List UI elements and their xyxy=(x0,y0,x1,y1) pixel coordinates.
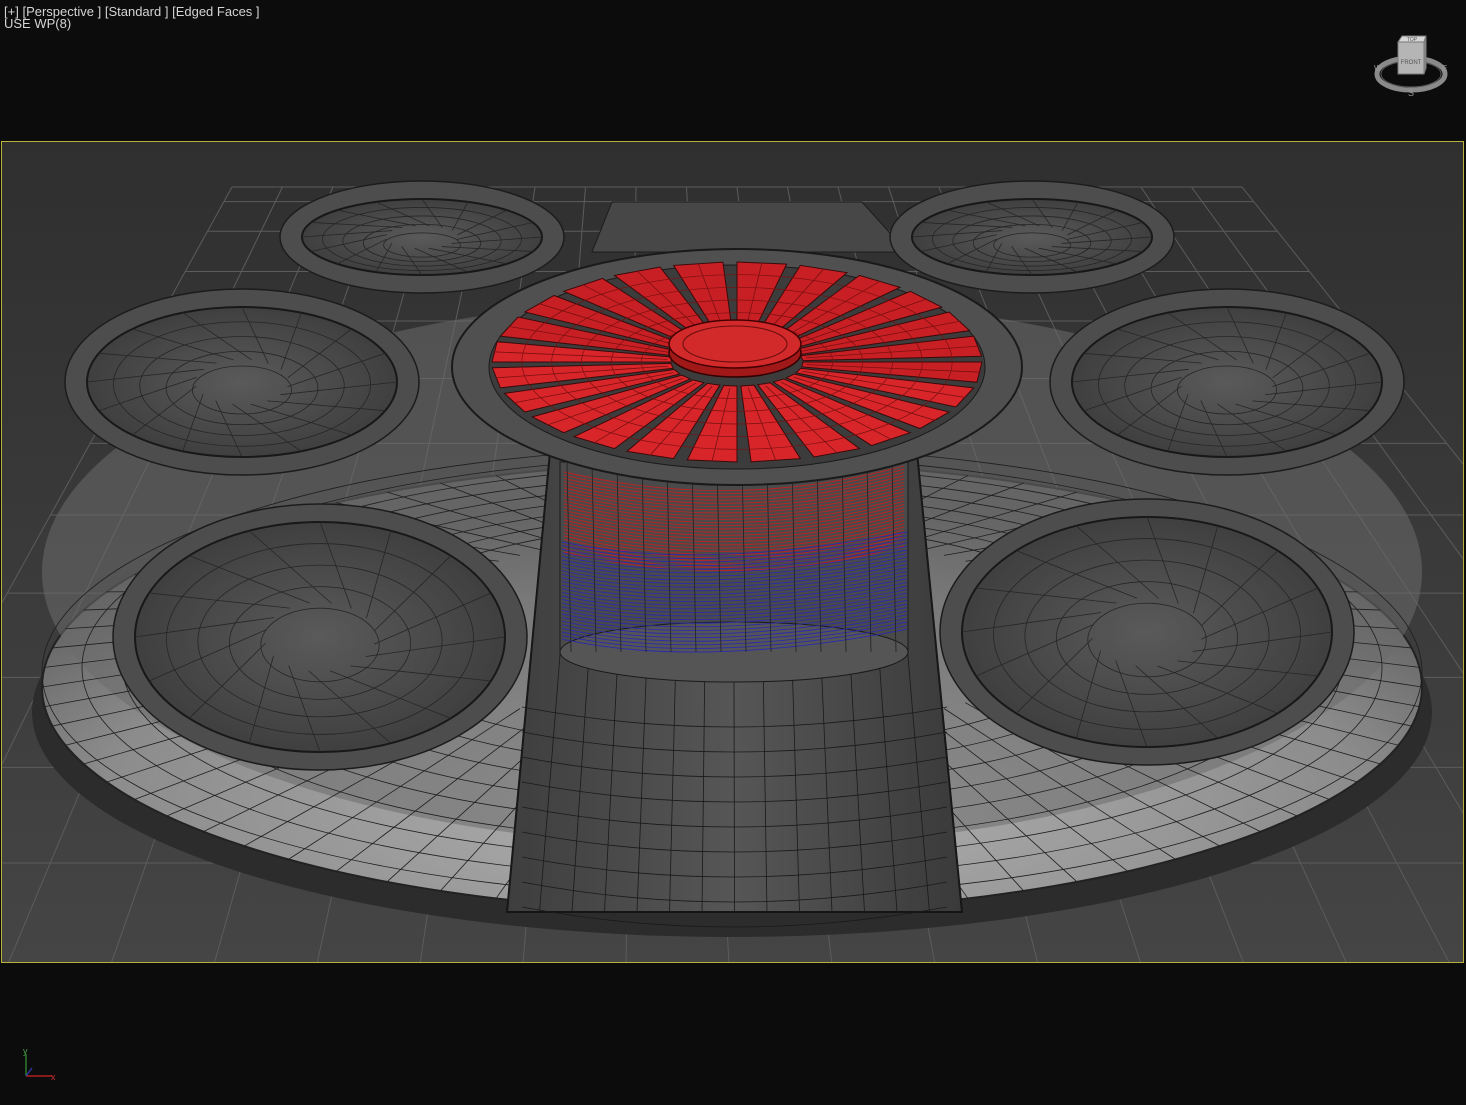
viewcube-top-label: TOP xyxy=(1407,37,1418,43)
core-cylinder[interactable] xyxy=(559,461,909,683)
compass-e-label[interactable]: E xyxy=(1442,64,1447,73)
viewcube-face-label: FRONT xyxy=(1401,60,1422,66)
workplane-label: USE WP(8) xyxy=(4,16,72,31)
axis-tripod-icon: y x xyxy=(18,1046,68,1086)
viewcube-front-face[interactable] xyxy=(1397,41,1425,75)
viewport-shading-menu[interactable]: [Standard ] xyxy=(105,4,169,19)
perspective-viewport[interactable] xyxy=(1,141,1464,963)
fan-hub[interactable] xyxy=(668,319,802,369)
viewport-label-bar: [+] [Perspective ] [Standard ] [Edged Fa… xyxy=(4,4,260,31)
compass-s-label[interactable]: S xyxy=(1408,88,1414,98)
axis-x-label: x xyxy=(51,1072,56,1082)
compass-w-label[interactable]: W xyxy=(1374,64,1382,73)
axis-y-label: y xyxy=(23,1046,28,1056)
scene-canvas[interactable] xyxy=(2,142,1464,963)
viewcube-icon[interactable]: TOP FRONT W E S xyxy=(1370,30,1450,100)
viewport-display-mode-menu[interactable]: [Edged Faces ] xyxy=(172,4,259,19)
